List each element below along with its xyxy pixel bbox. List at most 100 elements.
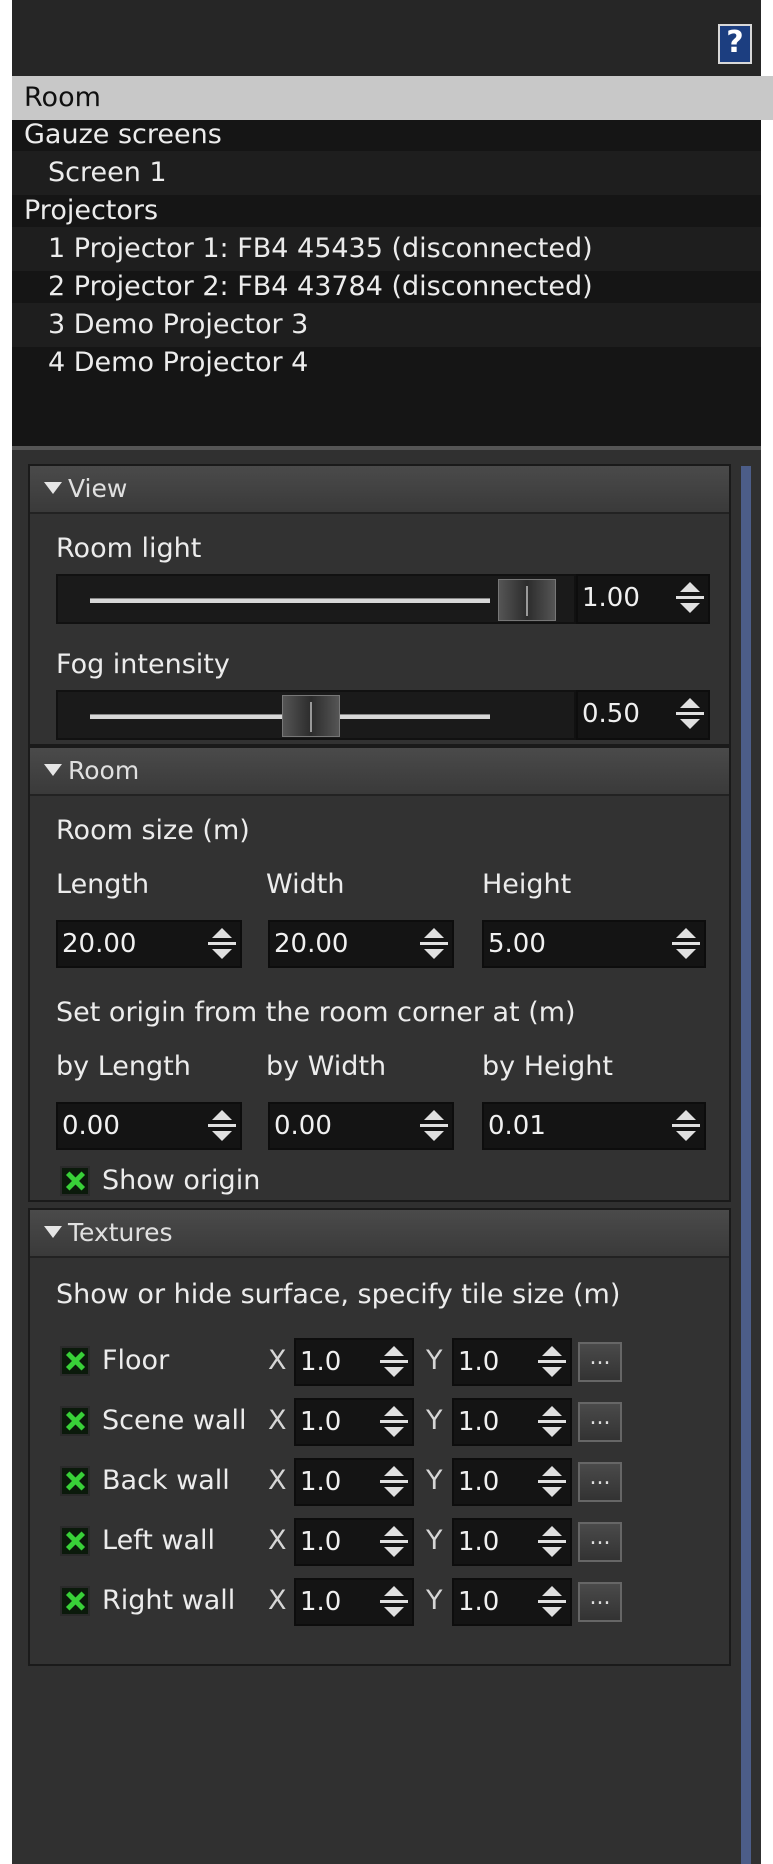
x-axis-label: X <box>268 1525 287 1556</box>
by-height-spinbox[interactable]: 0.01 <box>482 1102 706 1150</box>
spinner-arrows-icon[interactable] <box>538 1346 566 1378</box>
back-wall-browse-button[interactable]: ... <box>578 1462 622 1502</box>
floor-y-spinbox[interactable]: 1.0 <box>452 1338 572 1386</box>
tree-item-label: Screen 1 <box>48 157 167 188</box>
spinner-arrows-icon[interactable] <box>676 698 704 730</box>
spinbox-value: 1.0 <box>458 1407 500 1437</box>
origin-label: Set origin from the room corner at (m) <box>56 997 576 1028</box>
room-section: Room Room size (m) Length Width Height 2… <box>28 746 731 1202</box>
floor-checkbox[interactable] <box>60 1346 90 1376</box>
scene-wall-checkbox[interactable] <box>60 1406 90 1436</box>
tree-item-projector-4[interactable]: 4 Demo Projector 4 <box>12 341 761 385</box>
width-label: Width <box>266 869 345 900</box>
right-wall-browse-button[interactable]: ... <box>578 1582 622 1622</box>
spinner-arrows-icon[interactable] <box>676 582 704 614</box>
spinner-arrows-icon[interactable] <box>380 1466 408 1498</box>
by-length-label: by Length <box>56 1051 191 1082</box>
scene-wall-x-spinbox[interactable]: 1.0 <box>294 1398 414 1446</box>
spinbox-value: 1.0 <box>300 1407 342 1437</box>
scene-tree: Room Gauze screens Screen 1 Projectors 1… <box>12 76 773 450</box>
floor-label: Floor <box>102 1345 170 1376</box>
fog-intensity-spinbox[interactable]: 0.50 <box>576 690 710 740</box>
spinner-arrows-icon[interactable] <box>380 1526 408 1558</box>
slider-thumb[interactable] <box>498 579 556 621</box>
right-wall-checkbox[interactable] <box>60 1586 90 1616</box>
spinner-arrows-icon[interactable] <box>538 1406 566 1438</box>
scene-wall-y-spinbox[interactable]: 1.0 <box>452 1398 572 1446</box>
x-axis-label: X <box>268 1345 287 1376</box>
tree-item-label: 4 Demo Projector 4 <box>48 347 309 378</box>
y-axis-label: Y <box>426 1405 443 1436</box>
right-wall-y-spinbox[interactable]: 1.0 <box>452 1578 572 1626</box>
length-spinbox[interactable]: 20.00 <box>56 920 242 968</box>
spinner-arrows-icon[interactable] <box>538 1526 566 1558</box>
left-wall-checkbox[interactable] <box>60 1526 90 1556</box>
room-light-spinbox[interactable]: 1.00 <box>576 574 710 624</box>
spinbox-value: 1.0 <box>300 1467 342 1497</box>
height-spinbox[interactable]: 5.00 <box>482 920 706 968</box>
spinner-arrows-icon[interactable] <box>420 928 448 960</box>
spinner-arrows-icon[interactable] <box>208 1110 236 1142</box>
fog-intensity-slider[interactable] <box>56 690 576 740</box>
collapse-triangle-icon <box>44 482 62 494</box>
spinner-arrows-icon[interactable] <box>380 1346 408 1378</box>
vertical-scrollbar[interactable] <box>741 466 751 1864</box>
left-wall-y-spinbox[interactable]: 1.0 <box>452 1518 572 1566</box>
y-axis-label: Y <box>426 1525 443 1556</box>
back-wall-y-spinbox[interactable]: 1.0 <box>452 1458 572 1506</box>
spinbox-value: 1.00 <box>582 583 640 613</box>
by-length-spinbox[interactable]: 0.00 <box>56 1102 242 1150</box>
by-width-spinbox[interactable]: 0.00 <box>268 1102 454 1150</box>
spinbox-value: 0.01 <box>488 1111 546 1141</box>
left-wall-x-spinbox[interactable]: 1.0 <box>294 1518 414 1566</box>
spinner-arrows-icon[interactable] <box>420 1110 448 1142</box>
spinbox-value: 1.0 <box>458 1587 500 1617</box>
floor-browse-button[interactable]: ... <box>578 1342 622 1382</box>
textures-section-header[interactable]: Textures <box>30 1210 729 1258</box>
room-section-header[interactable]: Room <box>30 748 729 796</box>
left-wall-label: Left wall <box>102 1525 216 1556</box>
width-spinbox[interactable]: 20.00 <box>268 920 454 968</box>
spinner-arrows-icon[interactable] <box>380 1406 408 1438</box>
tree-item-label: 3 Demo Projector 3 <box>48 309 309 340</box>
slider-thumb[interactable] <box>282 695 340 737</box>
scene-wall-browse-button[interactable]: ... <box>578 1402 622 1442</box>
spinbox-value: 5.00 <box>488 929 546 959</box>
view-section-header[interactable]: View <box>30 466 729 514</box>
by-height-label: by Height <box>482 1051 613 1082</box>
spinner-arrows-icon[interactable] <box>672 928 700 960</box>
tree-item-label: Gauze screens <box>24 119 222 150</box>
textures-description: Show or hide surface, specify tile size … <box>56 1279 621 1310</box>
x-axis-label: X <box>268 1405 287 1436</box>
spinbox-value: 0.00 <box>274 1111 332 1141</box>
back-wall-label: Back wall <box>102 1465 230 1496</box>
spinbox-value: 20.00 <box>274 929 349 959</box>
room-light-slider[interactable] <box>56 574 576 624</box>
tree-item-label: 2 Projector 2: FB4 43784 (disconnected) <box>48 271 593 302</box>
collapse-triangle-icon <box>44 1226 62 1238</box>
length-label: Length <box>56 869 150 900</box>
spinner-arrows-icon[interactable] <box>672 1110 700 1142</box>
floor-x-spinbox[interactable]: 1.0 <box>294 1338 414 1386</box>
spinner-arrows-icon[interactable] <box>538 1586 566 1618</box>
spinner-arrows-icon[interactable] <box>538 1466 566 1498</box>
section-title: Textures <box>68 1218 173 1247</box>
back-wall-x-spinbox[interactable]: 1.0 <box>294 1458 414 1506</box>
spinbox-value: 1.0 <box>300 1587 342 1617</box>
section-title: View <box>68 474 128 503</box>
view-section: View Room light 1.00 Fog intensity 0.50 <box>28 464 731 746</box>
main-panel: ? Room Gauze screens Screen 1 Projectors… <box>12 0 773 1864</box>
tree-item-label: 1 Projector 1: FB4 45435 (disconnected) <box>48 233 593 264</box>
spinner-arrows-icon[interactable] <box>208 928 236 960</box>
y-axis-label: Y <box>426 1465 443 1496</box>
show-origin-checkbox[interactable] <box>60 1166 90 1196</box>
help-button[interactable]: ? <box>718 24 752 64</box>
spinner-arrows-icon[interactable] <box>380 1586 408 1618</box>
right-wall-x-spinbox[interactable]: 1.0 <box>294 1578 414 1626</box>
x-axis-label: X <box>268 1585 287 1616</box>
by-width-label: by Width <box>266 1051 387 1082</box>
spinbox-value: 1.0 <box>458 1527 500 1557</box>
left-wall-browse-button[interactable]: ... <box>578 1522 622 1562</box>
back-wall-checkbox[interactable] <box>60 1466 90 1496</box>
spinbox-value: 0.50 <box>582 699 640 729</box>
